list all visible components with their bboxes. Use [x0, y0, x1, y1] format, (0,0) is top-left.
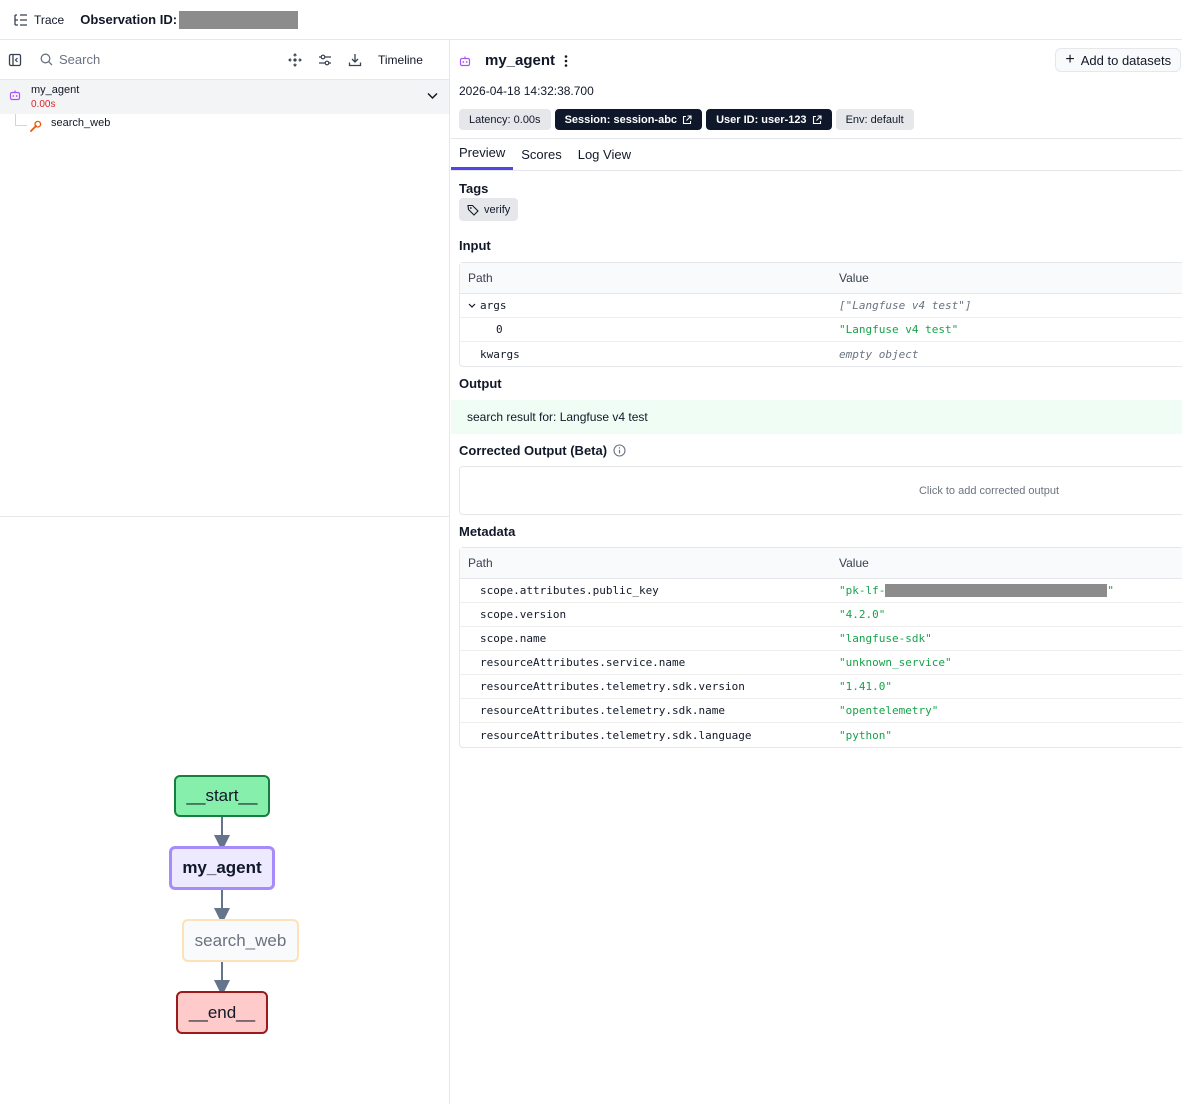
latency-badge: Latency: 0.00s: [459, 109, 551, 130]
table-row: kwargs empty object: [460, 342, 1182, 366]
table-row: scope.version "4.2.0": [460, 603, 1182, 627]
corrected-output-heading: Corrected Output (Beta): [459, 443, 626, 458]
metadata-table: Path Value scope.attributes.public_key "…: [459, 547, 1182, 748]
row-path: kwargs: [480, 347, 520, 361]
row-value: "opentelemetry": [839, 704, 939, 717]
table-row: 0 "Langfuse v4 test": [460, 318, 1182, 342]
path-column-header: Path: [468, 556, 493, 570]
tab-log-view[interactable]: Log View: [570, 138, 639, 170]
table-row: resourceAttributes.telemetry.sdk.version…: [460, 675, 1182, 699]
graph-node-search-web[interactable]: search_web: [182, 919, 299, 962]
table-row: resourceAttributes.telemetry.sdk.languag…: [460, 723, 1182, 747]
observation-id-label: Observation ID:: [80, 12, 178, 27]
graph-node-my-agent[interactable]: my_agent: [169, 846, 275, 890]
corrected-output-input[interactable]: Click to add corrected output: [459, 466, 1182, 515]
detail-header: my_agent: [459, 52, 569, 69]
output-heading: Output: [459, 376, 502, 391]
table-row: resourceAttributes.telemetry.sdk.name "o…: [460, 699, 1182, 723]
external-link-icon: [812, 114, 822, 124]
external-link-icon: [683, 114, 692, 124]
tag-label: verify: [484, 203, 511, 216]
more-vertical-icon[interactable]: [563, 54, 569, 68]
path-column-header: Path: [468, 271, 493, 285]
observation-id-redacted: [179, 10, 299, 29]
corrected-output-label: Corrected Output (Beta): [459, 443, 608, 458]
value-column-header: Value: [839, 271, 869, 285]
input-heading: Input: [459, 238, 491, 253]
tags-heading: Tags: [459, 181, 489, 196]
output-value: search result for: Langfuse v4 test: [451, 400, 1182, 434]
public-key-prefix: "pk-lf-: [839, 583, 886, 597]
table-header: Path Value: [460, 548, 1182, 579]
tag-chip[interactable]: verify: [459, 198, 519, 221]
row-value: "python": [839, 728, 892, 742]
row-path: 0: [496, 323, 503, 336]
top-bar: Trace Observation ID:: [0, 0, 1182, 40]
row-path: scope.attributes.public_key: [480, 584, 659, 597]
row-path: resourceAttributes.telemetry.sdk.languag…: [480, 728, 752, 742]
table-row: resourceAttributes.service.name "unknown…: [460, 651, 1182, 675]
tab-preview[interactable]: Preview: [451, 138, 514, 170]
trace-tree-panel: Search Timeline my_agent 0.00s search_we…: [0, 40, 450, 1104]
env-badge: Env: default: [835, 109, 914, 130]
tab-scores[interactable]: Scores: [513, 138, 569, 170]
add-to-datasets-button[interactable]: + Add to datasets: [1055, 48, 1182, 72]
row-value: ["Langfuse v4 test"]: [839, 299, 972, 312]
row-value: "Langfuse v4 test": [839, 323, 959, 336]
row-value: "unknown_service": [839, 656, 952, 669]
detail-actions: + Add to datasets An: [1055, 48, 1182, 72]
detail-tabs: Preview Scores Log View: [451, 138, 639, 170]
row-path: resourceAttributes.service.name: [480, 656, 686, 669]
value-column-header: Value: [839, 556, 869, 570]
user-id-badge[interactable]: User ID: user-123: [706, 109, 832, 130]
badge-row: Latency: 0.00s Session: session-abc User…: [459, 109, 914, 130]
observation-title: my_agent: [485, 52, 556, 69]
info-icon[interactable]: [613, 444, 626, 457]
env-text: Env: default: [845, 113, 904, 126]
graph-node-start[interactable]: __start__: [174, 775, 270, 817]
add-to-datasets-label: Add to datasets: [1080, 52, 1172, 68]
session-badge[interactable]: Session: session-abc: [554, 109, 703, 130]
table-row[interactable]: args ["Langfuse v4 test"]: [460, 294, 1182, 318]
latency-text: Latency: 0.00s: [469, 113, 541, 126]
row-path: resourceAttributes.telemetry.sdk.name: [480, 704, 726, 717]
table-row: scope.name "langfuse-sdk": [460, 627, 1182, 651]
session-text: Session: session-abc: [564, 113, 678, 126]
agent-icon: [459, 56, 471, 66]
row-value: empty object: [839, 347, 919, 361]
row-value: "pk-lf- ": [839, 584, 1114, 598]
plus-icon: +: [1065, 51, 1075, 68]
user-id-text: User ID: user-123: [716, 113, 807, 126]
graph-node-end[interactable]: __end__: [176, 991, 268, 1034]
table-header: Path Value: [460, 263, 1182, 294]
row-path: scope.name: [480, 632, 547, 645]
row-value: "4.2.0": [839, 608, 886, 621]
observation-detail-panel: my_agent + Add to datasets An 2026-04-18…: [451, 40, 1182, 1104]
list-tree-icon: [14, 13, 27, 26]
public-key-suffix: ": [1107, 583, 1114, 597]
trace-tab[interactable]: Trace: [14, 13, 64, 27]
observation-timestamp: 2026-04-18 14:32:38.700: [459, 84, 594, 98]
input-table: Path Value args ["Langfuse v4 test"] 0 "…: [459, 262, 1182, 367]
public-key-redacted: [885, 584, 1108, 598]
row-path: args: [480, 299, 507, 312]
divider: [451, 170, 1182, 171]
tag-icon: [467, 204, 479, 216]
chevron-down-icon[interactable]: [468, 303, 476, 309]
corrected-output-placeholder: Click to add corrected output: [918, 484, 1060, 497]
trace-label: Trace: [34, 12, 65, 27]
table-row: scope.attributes.public_key "pk-lf- ": [460, 579, 1182, 603]
row-path: scope.version: [480, 608, 567, 621]
metadata-heading: Metadata: [459, 524, 516, 539]
row-value: "langfuse-sdk": [839, 632, 932, 645]
row-path: resourceAttributes.telemetry.sdk.version: [480, 680, 745, 693]
row-value: "1.41.0": [839, 680, 892, 693]
